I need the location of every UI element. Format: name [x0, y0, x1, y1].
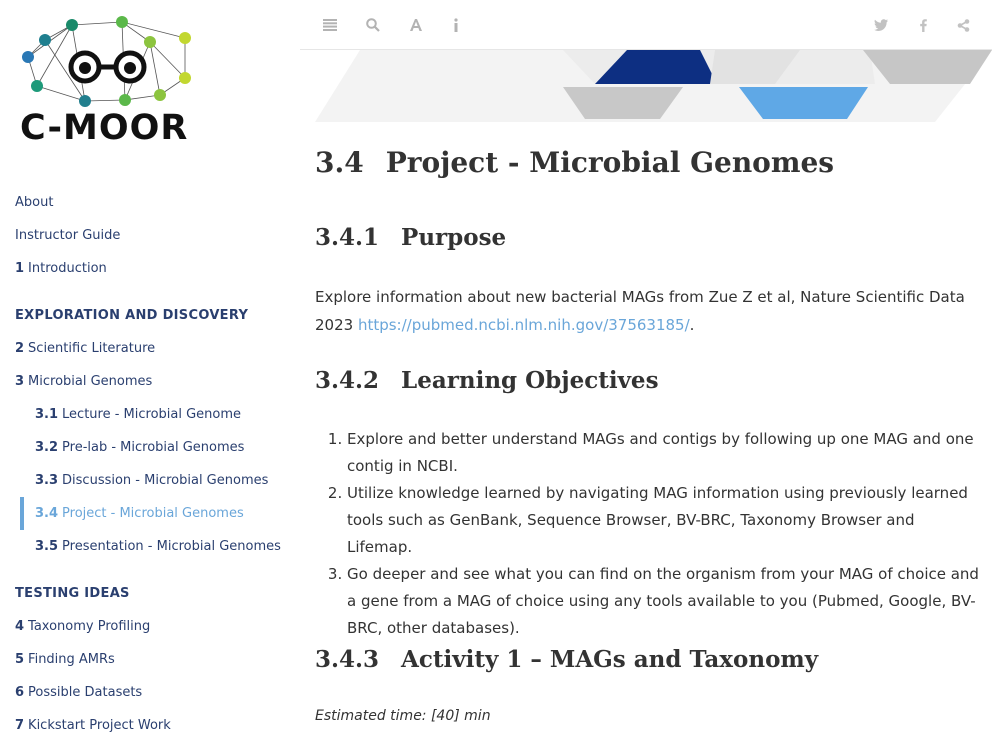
nav-label: Introduction	[28, 261, 107, 276]
search-button[interactable]	[362, 15, 384, 35]
nav-item-possible-datasets[interactable]: 6 Possible Datasets	[0, 676, 300, 709]
section-heading-purpose: 3.4.1 Purpose	[315, 224, 506, 251]
list-item: Utilize knowledge learned by navigating …	[347, 480, 980, 561]
nav-label: Presentation - Microbial Genomes	[62, 539, 281, 554]
nav-item-taxonomy-profiling[interactable]: 4 Taxonomy Profiling	[0, 610, 300, 643]
nav-section-header-testing: TESTING IDEAS	[15, 586, 130, 601]
section-number: 3.4.3	[315, 646, 380, 673]
nav-label: Discussion - Microbial Genomes	[62, 473, 269, 488]
nav-label: Kickstart Project Work	[28, 718, 171, 733]
book-toolbar	[300, 0, 992, 50]
nav-number: 3.3	[35, 473, 59, 488]
nav-label: Pre-lab - Microbial Genomes	[62, 440, 245, 455]
network-logo-icon	[22, 16, 191, 107]
nav-number: 5	[15, 652, 25, 667]
nav-item-scientific-literature[interactable]: 2 Scientific Literature	[0, 332, 300, 365]
purpose-end: .	[689, 316, 695, 334]
font-icon	[410, 19, 422, 31]
section-number: 3.4.2	[315, 367, 380, 394]
section-number: 3.4.1	[315, 224, 380, 251]
nav-number: 7	[15, 718, 25, 733]
page-title: 3.4 Project - Microbial Genomes	[315, 146, 834, 179]
nav-item-project[interactable]: 3.4 Project - Microbial Genomes	[0, 497, 300, 530]
nav-number: 3	[15, 374, 25, 389]
nav-number: 1	[15, 261, 25, 276]
list-item: Explore and better understand MAGs and c…	[347, 426, 980, 480]
info-button[interactable]	[445, 15, 467, 35]
c-moor-logo[interactable]: C-MOOR	[15, 10, 207, 150]
chapter-number: 3.4	[315, 146, 364, 179]
nav-label: Lecture - Microbial Genome	[62, 407, 242, 422]
nav-label: Microbial Genomes	[28, 374, 153, 389]
twitter-icon	[874, 19, 888, 31]
toggle-sidebar-button[interactable]	[319, 15, 341, 35]
nav-number: 2	[15, 341, 25, 356]
nav-label: Possible Datasets	[28, 685, 143, 700]
logo-text: C-MOOR	[20, 108, 189, 148]
nav-item-finding-amrs[interactable]: 5 Finding AMRs	[0, 643, 300, 676]
info-icon	[454, 18, 458, 32]
menu-icon	[323, 19, 337, 31]
section-heading-objectives: 3.4.2 Learning Objectives	[315, 367, 659, 394]
section-title: Purpose	[401, 224, 507, 251]
search-icon	[366, 18, 380, 32]
facebook-icon	[919, 18, 927, 32]
nav-number: 6	[15, 685, 25, 700]
nav-item-instructor-guide[interactable]: Instructor Guide	[0, 219, 300, 252]
nav-label: Instructor Guide	[15, 228, 121, 243]
chapter-title: Project - Microbial Genomes	[385, 146, 835, 179]
nav-item-kickstart-project[interactable]: 7 Kickstart Project Work	[0, 709, 300, 742]
nav-item-about[interactable]: About	[0, 186, 300, 219]
nav-number: 3.2	[35, 440, 59, 455]
nav-number: 4	[15, 619, 25, 634]
nav-item-discussion[interactable]: 3.3 Discussion - Microbial Genomes	[0, 464, 300, 497]
estimated-time: Estimated time: [40] min	[315, 708, 491, 724]
nav-item-pre-lab[interactable]: 3.2 Pre-lab - Microbial Genomes	[0, 431, 300, 464]
nav-section-header-exploration: EXPLORATION AND DISCOVERY	[15, 308, 249, 323]
nav-label: Finding AMRs	[28, 652, 115, 667]
nav-item-presentation[interactable]: 3.5 Presentation - Microbial Genomes	[0, 530, 300, 563]
purpose-paragraph: Explore information about new bacterial …	[315, 283, 980, 339]
twitter-share-button[interactable]	[870, 15, 892, 35]
sidebar: C-MOOR About Instructor Guide 1 Introduct…	[0, 0, 300, 744]
font-settings-button[interactable]	[405, 15, 427, 35]
section-title: Learning Objectives	[401, 367, 659, 394]
nav-item-microbial-genomes[interactable]: 3 Microbial Genomes	[0, 365, 300, 398]
facebook-share-button[interactable]	[912, 15, 934, 35]
nav-label: Scientific Literature	[28, 341, 156, 356]
nav-number: 3.4	[35, 506, 59, 521]
objectives-list: Explore and better understand MAGs and c…	[315, 426, 980, 642]
share-icon	[957, 18, 969, 32]
nav-label: Taxonomy Profiling	[28, 619, 151, 634]
nav-number: 3.5	[35, 539, 59, 554]
section-title: Activity 1 – MAGs and Taxonomy	[401, 646, 819, 673]
nav-label: Project - Microbial Genomes	[62, 506, 244, 521]
list-item: Go deeper and see what you can find on t…	[347, 561, 980, 642]
table-of-contents: About Instructor Guide 1 Introduction EXP…	[0, 186, 300, 742]
share-button[interactable]	[952, 15, 974, 35]
section-heading-activity: 3.4.3 Activity 1 – MAGs and Taxonomy	[315, 646, 818, 673]
header-banner-image	[315, 50, 992, 122]
nav-number: 3.1	[35, 407, 59, 422]
nav-item-lecture[interactable]: 3.1 Lecture - Microbial Genome	[0, 398, 300, 431]
nav-label: About	[15, 195, 54, 210]
nav-item-introduction[interactable]: 1 Introduction	[0, 252, 300, 285]
pubmed-link[interactable]: https://pubmed.ncbi.nlm.nih.gov/37563185…	[358, 316, 690, 334]
